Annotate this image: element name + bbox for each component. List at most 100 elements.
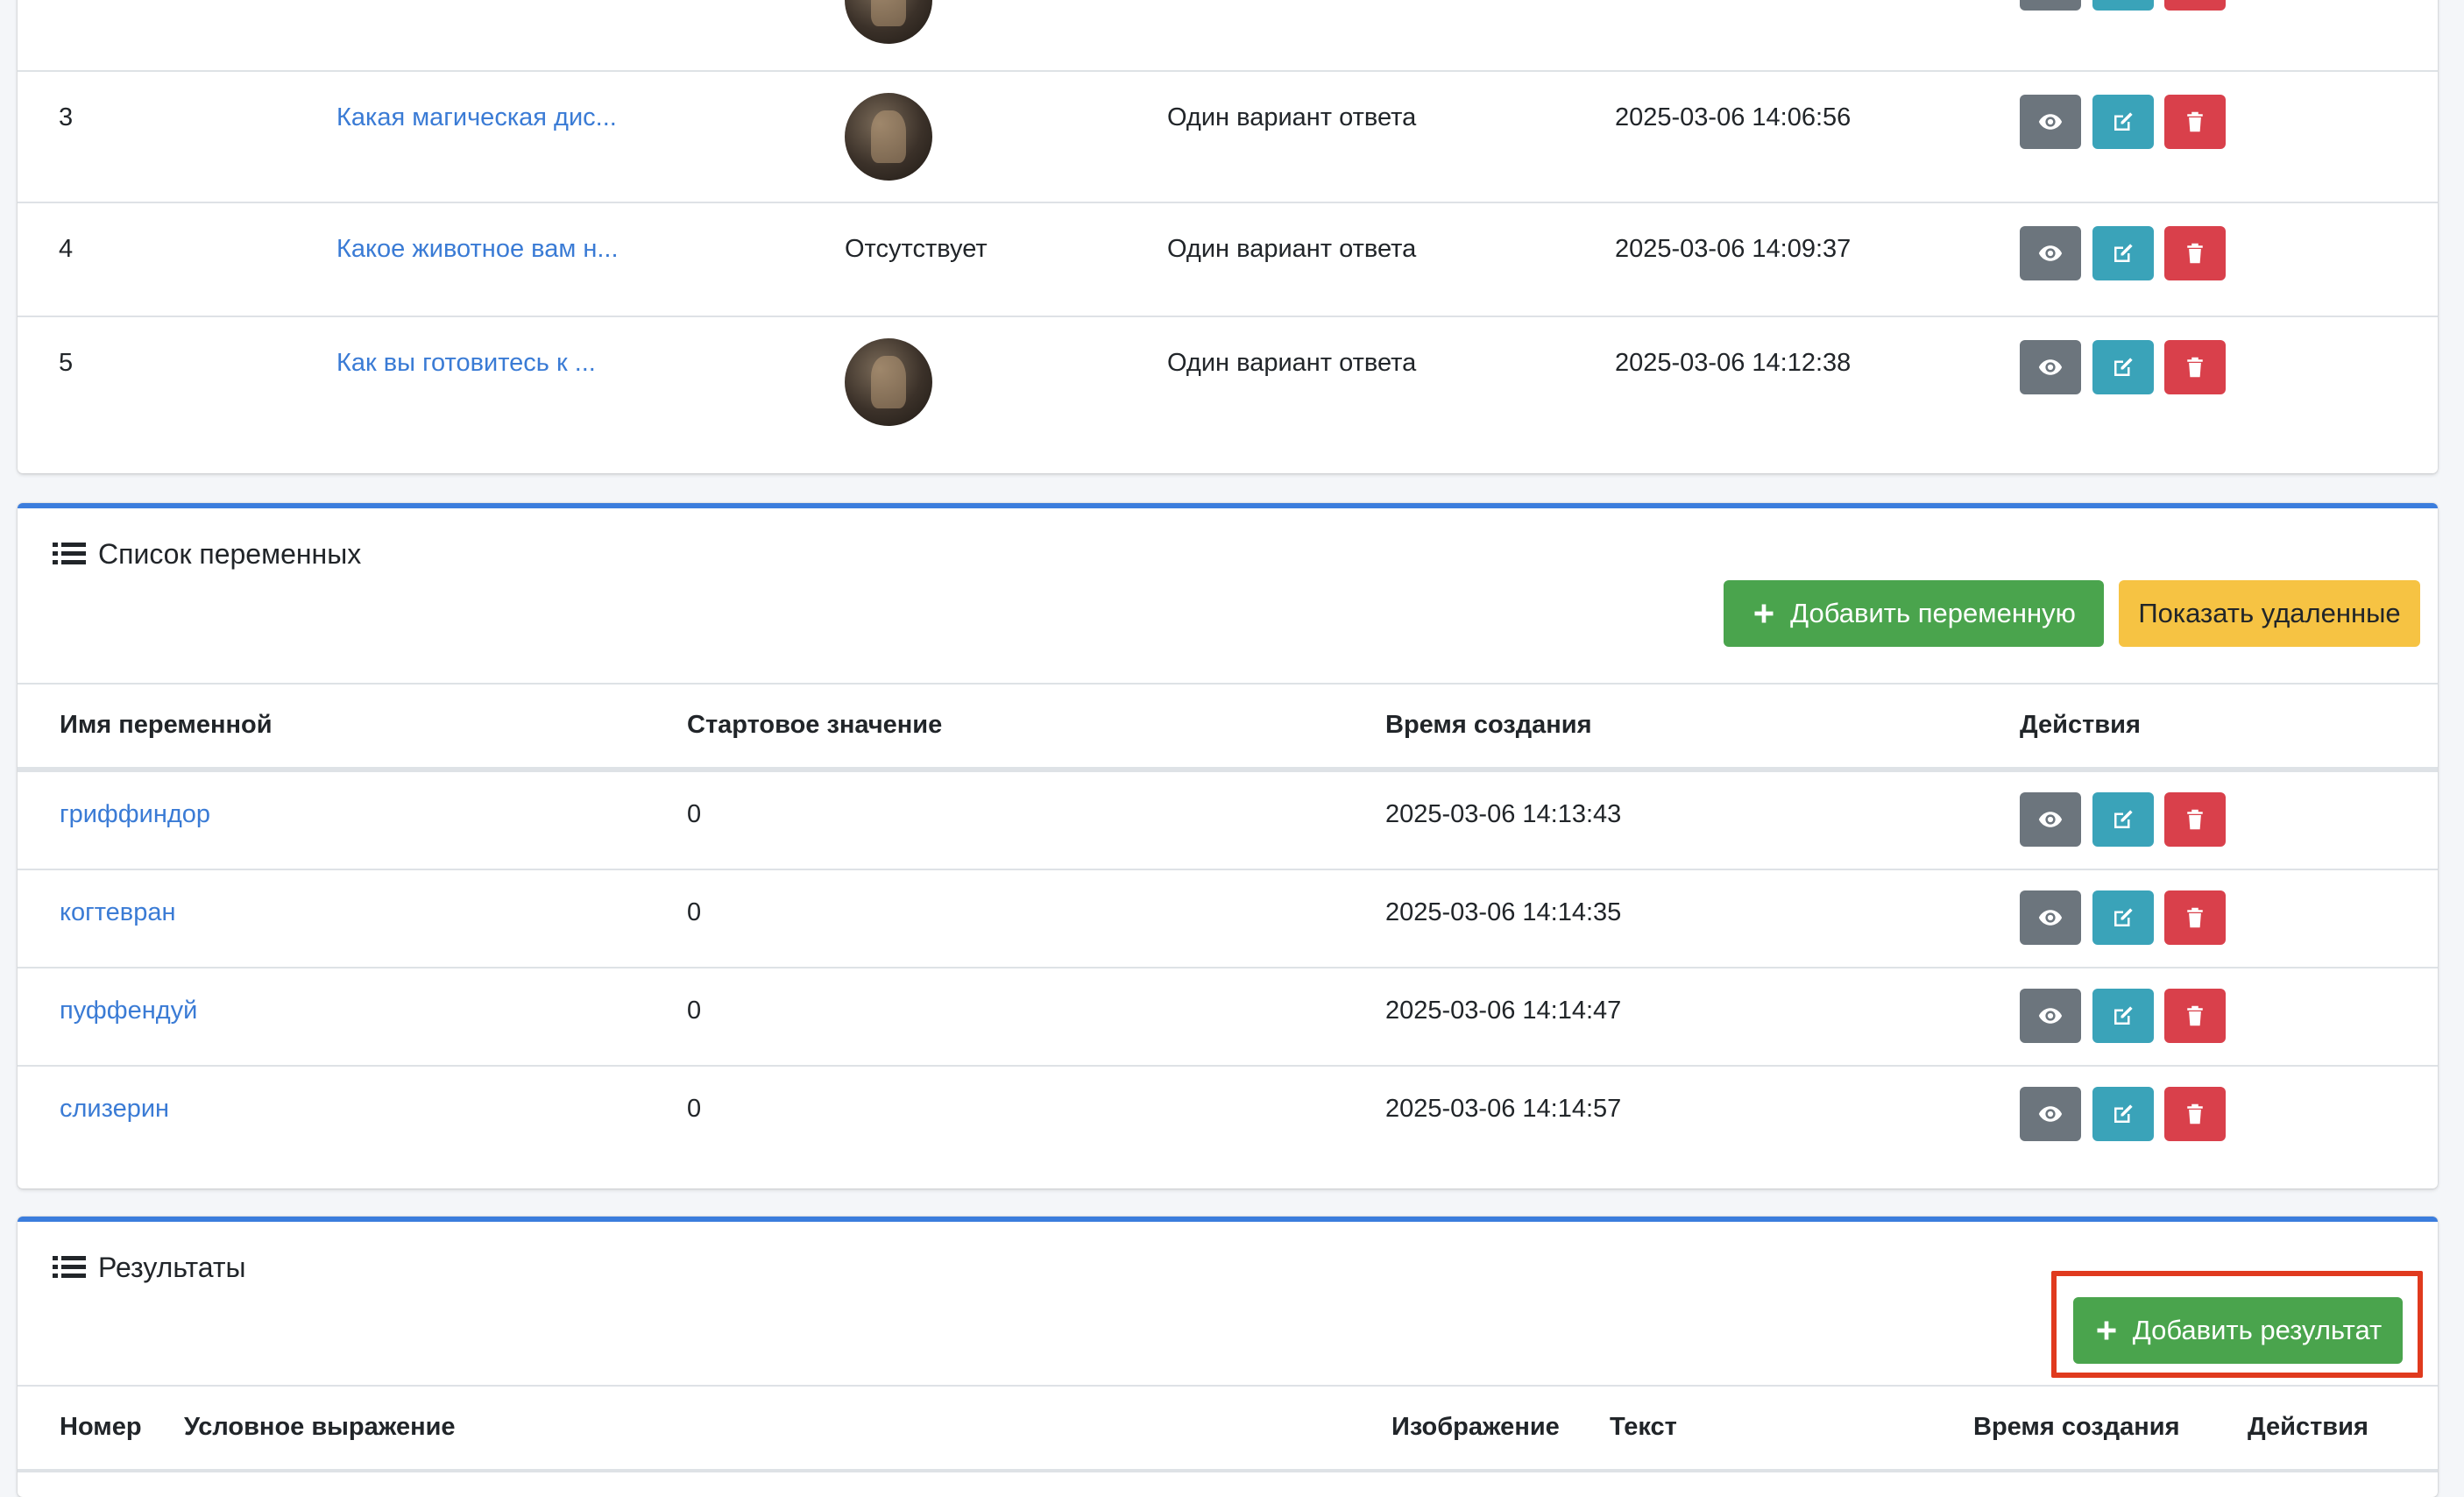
eye-icon	[2038, 1008, 2063, 1024]
question-thumbnail	[845, 0, 932, 44]
card-title-text: Результаты	[98, 1251, 246, 1283]
edit-icon	[2114, 244, 2133, 262]
trash-icon	[2187, 111, 2203, 132]
edit-icon	[2114, 1104, 2133, 1123]
eye-icon	[2038, 359, 2063, 375]
column-header: Изображение	[1391, 1413, 1560, 1441]
view-button[interactable]	[2020, 340, 2081, 394]
table-row: когтевран 0 2025-03-06 14:14:35	[18, 869, 2438, 967]
eye-icon	[2038, 114, 2063, 130]
show-deleted-button[interactable]: Показать удаленные	[2119, 580, 2420, 647]
view-button[interactable]	[2020, 989, 2081, 1043]
list-icon	[53, 543, 86, 564]
edit-icon	[2114, 810, 2133, 828]
add-variable-label: Добавить переменную	[1790, 598, 2076, 628]
table-row: 5 Как вы готовитесь к ... Один вариант о…	[18, 316, 2438, 447]
eye-icon	[2038, 910, 2063, 926]
question-type: Один вариант ответа	[1167, 235, 1417, 263]
trash-icon	[2187, 357, 2203, 378]
table-header: Номер Условное выражение Изображение Тек…	[18, 1385, 2438, 1472]
edit-button[interactable]	[2092, 0, 2154, 11]
column-header: Стартовое значение	[687, 711, 943, 739]
trash-icon	[2187, 907, 2203, 928]
table-header: Имя переменной Стартовое значение Время …	[18, 683, 2438, 770]
table-row: пуффендуй 0 2025-03-06 14:14:47	[18, 967, 2438, 1065]
edit-button[interactable]	[2092, 226, 2154, 280]
question-thumbnail	[845, 93, 932, 181]
table-row: гриффиндор 0 2025-03-06 14:13:43	[18, 770, 2438, 869]
column-header: Действия	[2248, 1413, 2368, 1441]
variable-created: 2025-03-06 14:14:47	[1385, 997, 1622, 1025]
eye-icon	[2038, 1106, 2063, 1122]
variable-start-value: 0	[687, 898, 702, 926]
variable-name-link[interactable]: пуффендуй	[60, 997, 197, 1025]
question-number: 4	[59, 235, 74, 263]
variable-created: 2025-03-06 14:13:43	[1385, 800, 1622, 828]
view-button[interactable]	[2020, 792, 2081, 847]
edit-icon	[2114, 1006, 2133, 1025]
question-type: Один вариант ответа	[1167, 103, 1417, 131]
delete-button[interactable]	[2164, 792, 2226, 847]
plus-icon	[1754, 604, 1774, 623]
variable-start-value: 0	[687, 800, 702, 828]
card-title: Список переменных	[53, 535, 361, 573]
view-button[interactable]	[2020, 226, 2081, 280]
delete-button[interactable]	[2164, 989, 2226, 1043]
eye-icon	[2038, 812, 2063, 827]
show-deleted-label: Показать удаленные	[2138, 598, 2401, 628]
edit-button[interactable]	[2092, 989, 2154, 1043]
edit-button[interactable]	[2092, 1087, 2154, 1141]
variable-name-link[interactable]: гриффиндор	[60, 800, 210, 829]
column-header: Действия	[2020, 711, 2141, 739]
question-image-absent: Отсутствует	[845, 235, 988, 263]
question-number: 5	[59, 349, 74, 377]
question-title-link[interactable]: Какое животное вам н...	[336, 235, 619, 264]
questions-card: 3 Какая магическая дис... Один вариант о…	[18, 0, 2438, 473]
edit-icon	[2114, 358, 2133, 376]
delete-button[interactable]	[2164, 0, 2226, 11]
view-button[interactable]	[2020, 95, 2081, 149]
edit-button[interactable]	[2092, 792, 2154, 847]
column-header: Имя переменной	[60, 711, 273, 739]
edit-button[interactable]	[2092, 890, 2154, 945]
delete-button[interactable]	[2164, 340, 2226, 394]
question-number: 3	[59, 103, 74, 131]
table-row: 4 Какое животное вам н... Отсутствует Од…	[18, 202, 2438, 316]
question-type: Один вариант ответа	[1167, 349, 1417, 377]
trash-icon	[2187, 1005, 2203, 1026]
question-title-link[interactable]: Какая магическая дис...	[336, 103, 617, 132]
view-button[interactable]	[2020, 0, 2081, 11]
column-header: Время создания	[1973, 1413, 2180, 1441]
add-variable-button[interactable]: Добавить переменную	[1724, 580, 2104, 647]
eye-icon	[2038, 245, 2063, 261]
question-title-link[interactable]: Как вы готовитесь к ...	[336, 349, 596, 378]
variable-start-value: 0	[687, 997, 702, 1025]
card-title-text: Список переменных	[98, 537, 362, 570]
delete-button[interactable]	[2164, 1087, 2226, 1141]
card-title: Результаты	[53, 1248, 246, 1287]
column-header: Время создания	[1385, 711, 1592, 739]
view-button[interactable]	[2020, 890, 2081, 945]
trash-icon	[2187, 809, 2203, 830]
trash-icon	[2187, 1103, 2203, 1125]
variable-start-value: 0	[687, 1095, 702, 1123]
question-created: 2025-03-06 14:09:37	[1615, 235, 1852, 263]
variable-name-link[interactable]: слизерин	[60, 1095, 169, 1124]
column-header: Условное выражение	[184, 1413, 456, 1441]
table-row: слизерин 0 2025-03-06 14:14:57	[18, 1065, 2438, 1163]
delete-button[interactable]	[2164, 890, 2226, 945]
question-created: 2025-03-06 14:06:56	[1615, 103, 1852, 131]
variable-name-link[interactable]: когтевран	[60, 898, 175, 927]
edit-button[interactable]	[2092, 95, 2154, 149]
table-row: 3 Какая магическая дис... Один вариант о…	[18, 70, 2438, 202]
edit-button[interactable]	[2092, 340, 2154, 394]
edit-icon	[2114, 112, 2133, 131]
delete-button[interactable]	[2164, 226, 2226, 280]
list-icon	[53, 1256, 86, 1278]
variable-created: 2025-03-06 14:14:35	[1385, 898, 1622, 926]
question-created: 2025-03-06 14:12:38	[1615, 349, 1852, 377]
column-header: Текст	[1610, 1413, 1677, 1441]
delete-button[interactable]	[2164, 95, 2226, 149]
view-button[interactable]	[2020, 1087, 2081, 1141]
variable-created: 2025-03-06 14:14:57	[1385, 1095, 1622, 1123]
